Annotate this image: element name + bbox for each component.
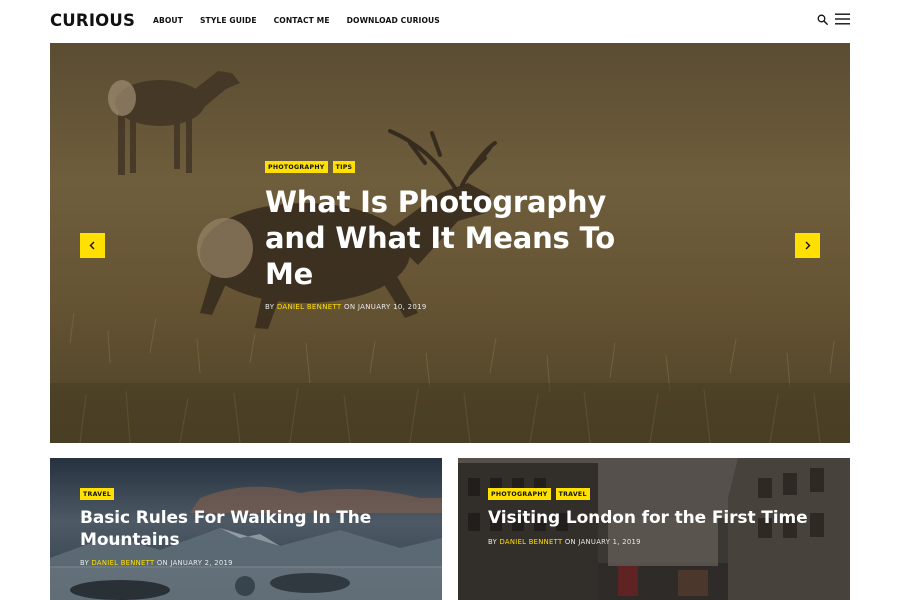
post-card-mountains[interactable]: TRAVEL Basic Rules For Walking In The Mo… [50, 458, 442, 600]
slider-prev-button[interactable] [80, 233, 105, 258]
card-tags: TRAVEL [80, 488, 420, 500]
search-icon[interactable] [817, 14, 828, 25]
tag-travel[interactable]: TRAVEL [555, 488, 590, 500]
post-card-london[interactable]: PHOTOGRAPHY TRAVEL Visiting London for t… [458, 458, 850, 600]
hero-tags: PHOTOGRAPHY TIPS [265, 161, 635, 173]
site-logo[interactable]: CURIOUS [50, 11, 135, 30]
card-meta: BY DANIEL BENNETT ON JANUARY 2, 2019 [80, 559, 420, 567]
tag-travel[interactable]: TRAVEL [80, 488, 115, 500]
chevron-left-icon [89, 241, 95, 250]
main-nav: ABOUT STYLE GUIDE CONTACT ME DOWNLOAD CU… [153, 16, 457, 25]
site-header: CURIOUS ABOUT STYLE GUIDE CONTACT ME DOW… [0, 0, 900, 43]
hero-post-title[interactable]: What Is Photography and What It Means To… [265, 184, 635, 292]
author-link[interactable]: DANIEL BENNETT [277, 303, 342, 311]
meta-by: BY [80, 559, 90, 567]
meta-by: BY [265, 303, 275, 311]
author-link[interactable]: DANIEL BENNETT [500, 538, 563, 546]
nav-item-contact-me[interactable]: CONTACT ME [274, 16, 330, 25]
author-link[interactable]: DANIEL BENNETT [92, 559, 155, 567]
post-date: JANUARY 2, 2019 [170, 559, 233, 567]
tag-photography[interactable]: PHOTOGRAPHY [265, 161, 328, 173]
slider-next-button[interactable] [795, 233, 820, 258]
nav-item-style-guide[interactable]: STYLE GUIDE [200, 16, 257, 25]
hero-post-meta: BY DANIEL BENNETT ON JANUARY 10, 2019 [265, 303, 635, 311]
meta-on: ON [156, 559, 168, 567]
nav-item-about[interactable]: ABOUT [153, 16, 183, 25]
hero-slider: PHOTOGRAPHY TIPS What Is Photography and… [50, 43, 850, 443]
tag-tips[interactable]: TIPS [332, 161, 356, 173]
post-date: JANUARY 1, 2019 [578, 537, 641, 546]
meta-on: ON [344, 303, 356, 311]
hero-post-content: PHOTOGRAPHY TIPS What Is Photography and… [265, 161, 635, 311]
nav-item-download-curious[interactable]: DOWNLOAD CURIOUS [347, 16, 440, 25]
tag-photography[interactable]: PHOTOGRAPHY [488, 488, 551, 500]
card-tags: PHOTOGRAPHY TRAVEL [488, 488, 828, 500]
hamburger-menu-icon[interactable] [835, 13, 850, 25]
chevron-right-icon [805, 241, 811, 250]
meta-on: ON [564, 537, 576, 546]
card-content: TRAVEL Basic Rules For Walking In The Mo… [80, 488, 420, 567]
card-meta: BY DANIEL BENNETT ON JANUARY 1, 2019 [488, 538, 828, 546]
card-content: PHOTOGRAPHY TRAVEL Visiting London for t… [488, 488, 828, 546]
post-date: JANUARY 10, 2019 [357, 303, 427, 311]
card-title[interactable]: Visiting London for the First Time [488, 508, 828, 530]
card-title[interactable]: Basic Rules For Walking In The Mountains [80, 508, 420, 551]
meta-by: BY [488, 537, 498, 546]
